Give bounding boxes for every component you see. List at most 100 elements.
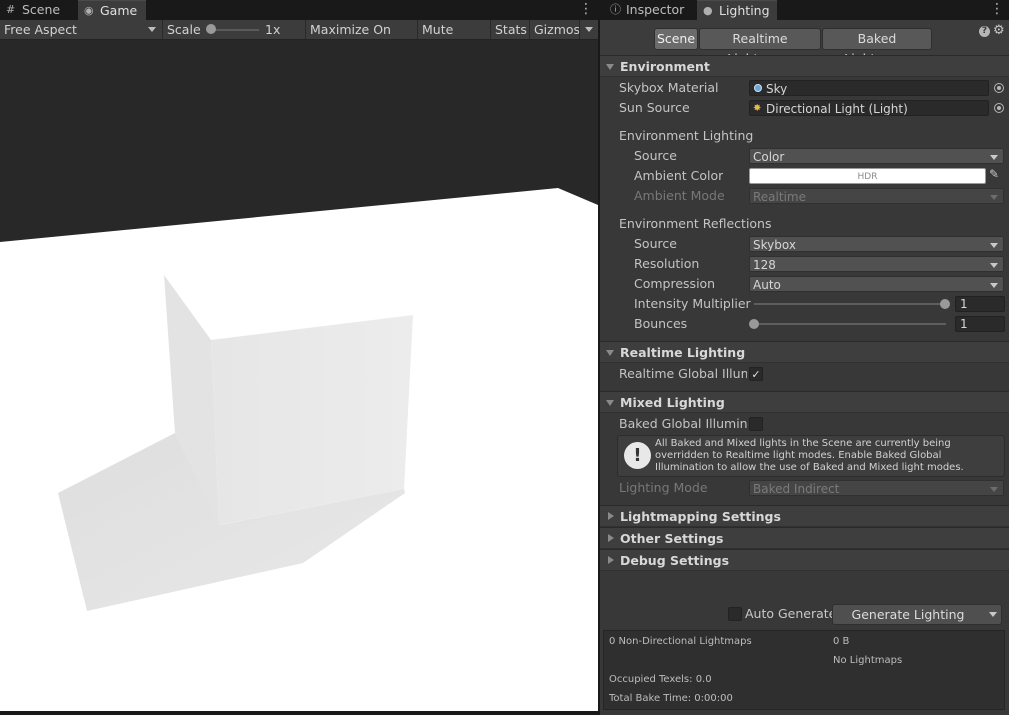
refl-source-row: Source Skybox	[600, 234, 1009, 254]
chevron-down-icon	[990, 195, 998, 200]
tab-game[interactable]: ◉ Game	[78, 0, 146, 20]
scene-mode-button[interactable]: Scene	[654, 28, 698, 50]
lighting-mode-row: Lighting Mode Baked Indirect	[600, 478, 1009, 498]
grid-icon: #	[6, 3, 16, 16]
environment-lighting-subheader: Environment Lighting	[600, 126, 1009, 146]
skybox-material-row: Skybox Material Sky	[600, 78, 1009, 98]
help-icon[interactable]: ?	[979, 26, 990, 37]
bounces-row: Bounces 1	[600, 314, 1009, 334]
chevron-down-icon	[990, 243, 998, 248]
warning-text: All Baked and Mixed lights in the Scene …	[655, 438, 964, 473]
scale-value: 1x	[265, 22, 281, 37]
debug-settings-section-header[interactable]: Debug Settings	[600, 549, 1009, 571]
bounces-label: Bounces	[634, 316, 688, 331]
collapsed-arrow-icon	[608, 534, 614, 542]
debug-settings-header-label: Debug Settings	[620, 553, 730, 568]
object-picker-icon[interactable]	[994, 83, 1004, 93]
realtime-lightmaps-button[interactable]: Realtime Lightmaps	[699, 28, 821, 66]
baked-gi-checkbox[interactable]	[749, 417, 763, 431]
intensity-row: Intensity Multiplier 1	[600, 294, 1009, 314]
scale-label: Scale	[167, 22, 201, 37]
intensity-label: Intensity Multiplier	[634, 296, 751, 311]
chevron-down-icon[interactable]	[989, 612, 997, 617]
env-source-label: Source	[634, 148, 677, 163]
auto-generate-checkbox[interactable]	[728, 607, 742, 621]
ambient-mode-dropdown: Realtime	[749, 188, 1004, 204]
gizmos-dropdown[interactable]	[579, 20, 598, 39]
bake-bar: Auto Generate Generate Lighting	[600, 600, 1009, 628]
stats-label: Stats	[495, 22, 527, 37]
gamepad-icon: ◉	[84, 4, 94, 17]
lighting-mode-value: Baked Indirect	[753, 482, 840, 496]
tab-lighting[interactable]: ● Lighting	[697, 0, 777, 20]
lightmapping-settings-section-header[interactable]: Lightmapping Settings	[600, 505, 1009, 527]
aspect-dropdown[interactable]: Free Aspect	[0, 20, 160, 39]
mixed-lighting-section-header[interactable]: Mixed Lighting	[600, 391, 1009, 413]
bounces-slider-knob[interactable]	[749, 319, 759, 329]
bounces-slider-track[interactable]	[754, 323, 946, 325]
light-icon: ✸	[753, 103, 762, 114]
bounces-field[interactable]: 1	[955, 316, 1005, 332]
refl-source-dropdown[interactable]: Skybox	[749, 236, 1004, 252]
ambient-color-swatch[interactable]: HDR	[749, 168, 986, 184]
settings-gear-icon[interactable]: ⚙	[993, 23, 1005, 38]
non-directional-count: 0 Non-Directional Lightmaps	[609, 636, 752, 647]
baked-gi-label: Baked Global Illuminati	[619, 416, 747, 431]
chevron-down-icon	[585, 27, 593, 32]
intensity-slider-knob[interactable]	[940, 299, 950, 309]
stats-toggle[interactable]: Stats	[490, 20, 528, 39]
ambient-color-row: Ambient Color HDR ✎	[600, 166, 1009, 186]
lighting-menu-kebab-icon[interactable]: ⋮	[990, 1, 1004, 19]
environment-section-header[interactable]: Environment	[600, 55, 1009, 77]
compression-dropdown[interactable]: Auto	[749, 276, 1004, 292]
material-icon	[754, 84, 762, 92]
skybox-label: Skybox Material	[619, 80, 719, 95]
realtime-gi-checkbox[interactable]: ✓	[749, 367, 763, 381]
expanded-arrow-icon	[606, 64, 614, 70]
resolution-dropdown[interactable]: 128	[749, 256, 1004, 272]
ambient-mode-value: Realtime	[753, 190, 806, 204]
total-bake-time: Total Bake Time: 0:00:00	[609, 693, 733, 704]
game-menu-kebab-icon[interactable]: ⋮	[579, 1, 593, 19]
sun-source-row: Sun Source ✸ Directional Light (Light)	[600, 98, 1009, 118]
expanded-arrow-icon	[606, 350, 614, 356]
tab-scene[interactable]: # Scene	[0, 0, 76, 20]
window-splitter[interactable]	[598, 0, 600, 715]
generate-lighting-button[interactable]: Generate Lighting	[832, 604, 1002, 625]
env-source-dropdown[interactable]: Color	[749, 148, 1004, 164]
refl-source-label: Source	[634, 236, 677, 251]
occupied-texels: Occupied Texels: 0.0	[609, 674, 712, 685]
maximize-on-play-toggle[interactable]: Maximize On Play	[305, 20, 415, 56]
ambient-mode-row: Ambient Mode Realtime	[600, 186, 1009, 206]
intensity-field[interactable]: 1	[955, 296, 1005, 312]
lighting-mode-label: Lighting Mode	[619, 480, 708, 495]
environment-reflections-label: Environment Reflections	[619, 216, 772, 231]
gizmos-label: Gizmos	[534, 22, 581, 37]
intensity-slider-track[interactable]	[754, 303, 946, 305]
scale-slider-knob[interactable]	[206, 24, 216, 34]
other-settings-section-header[interactable]: Other Settings	[600, 527, 1009, 549]
scale-control: Scale 1x	[162, 20, 304, 39]
realtime-lighting-header-label: Realtime Lighting	[620, 345, 746, 360]
ambient-color-label: Ambient Color	[634, 168, 724, 183]
game-render	[0, 40, 598, 711]
object-picker-icon[interactable]	[994, 103, 1004, 113]
eyedropper-icon[interactable]: ✎	[989, 167, 999, 181]
baked-lightmaps-button[interactable]: Baked Lightmaps	[822, 28, 932, 66]
game-viewport[interactable]	[0, 40, 598, 711]
compression-value: Auto	[753, 278, 781, 292]
resolution-label: Resolution	[634, 256, 700, 271]
environment-reflections-subheader: Environment Reflections	[600, 214, 1009, 234]
lightbulb-icon: ●	[703, 4, 713, 17]
no-lightmaps-text: No Lightmaps	[833, 655, 903, 666]
resolution-value: 128	[753, 258, 776, 272]
lighting-mode-bar: Scene Realtime Lightmaps Baked Lightmaps…	[600, 20, 1009, 66]
tab-inspector[interactable]: ⓘ Inspector	[604, 0, 692, 20]
gizmos-toggle[interactable]: Gizmos	[529, 20, 581, 39]
mute-audio-toggle[interactable]: Mute Audio	[417, 20, 489, 56]
sun-source-object-field[interactable]: ✸ Directional Light (Light)	[749, 100, 989, 116]
realtime-lighting-section-header[interactable]: Realtime Lighting	[600, 341, 1009, 363]
skybox-object-field[interactable]: Sky	[749, 80, 989, 96]
auto-generate-label: Auto Generate	[745, 606, 837, 621]
info-icon: ⓘ	[610, 3, 621, 16]
